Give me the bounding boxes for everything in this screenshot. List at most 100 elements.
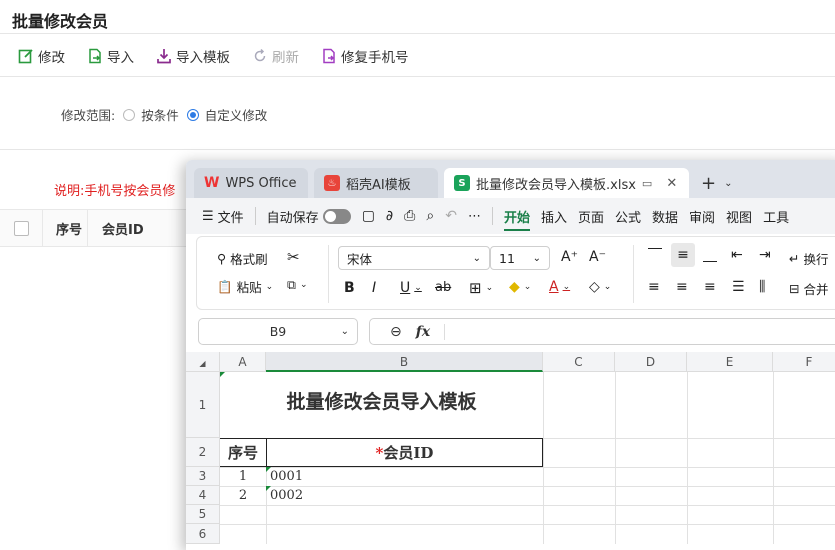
font-color-icon[interactable]: A ⌄ [549, 279, 570, 295]
strikethrough-icon[interactable]: ab [435, 280, 451, 295]
more-icon[interactable]: ⋯ [468, 209, 481, 224]
row-header-3[interactable]: 3 [186, 467, 220, 486]
row-header-4[interactable]: 4 [186, 486, 220, 505]
merge-label: 合并 [803, 282, 829, 297]
name-box[interactable]: B9 ⌄ [198, 318, 358, 345]
member-id-cell[interactable]: 0001 [270, 467, 540, 486]
column-header-b[interactable]: B [266, 352, 543, 372]
wrap-text-button[interactable]: ↵ 换行 [789, 249, 829, 268]
import-template-button[interactable]: 导入模板 [156, 46, 230, 66]
italic-icon[interactable]: I [372, 280, 376, 296]
refresh-button[interactable]: 刷新 [252, 46, 299, 66]
row-header-6[interactable]: 6 [186, 524, 220, 544]
format-painter-button[interactable]: ⚲ 格式刷 [217, 249, 268, 268]
autosave-toggle[interactable] [322, 208, 351, 224]
close-tab-icon[interactable]: ✕ [666, 176, 677, 191]
menu-insert[interactable]: 插入 [541, 207, 567, 226]
column-header-f[interactable]: F [773, 352, 835, 372]
indent-decrease-icon[interactable]: ⇤ [731, 247, 743, 263]
align-bottom-icon[interactable]: ⎽ [703, 247, 717, 263]
spreadsheet-grid[interactable]: ◢ A B C D E F 1 2 3 4 5 6 批量修改会员导入模板 序号 [186, 352, 835, 550]
fix-phone-button[interactable]: 修复手机号 [321, 46, 409, 66]
column-header-c[interactable]: C [543, 352, 615, 372]
fx-icon[interactable]: fx [416, 324, 430, 340]
column-header-e[interactable]: E [687, 352, 773, 372]
merge-button[interactable]: ⊟ 合并 [789, 279, 829, 298]
underline-icon[interactable]: U ⌄ [400, 280, 422, 296]
align-middle-icon[interactable]: ≡ [671, 243, 695, 267]
radio-by-condition[interactable] [123, 108, 136, 121]
formula-input[interactable]: ⊖ fx [369, 318, 835, 345]
select-all-corner[interactable]: ◢ [186, 352, 220, 372]
fill-color-icon[interactable]: ◆ ⌄ [509, 279, 531, 295]
chevron-down-icon[interactable]: ⌄ [724, 168, 732, 198]
tab-spreadsheet[interactable]: S 批量修改会员导入模板.xlsx ▭ ✕ [444, 168, 689, 198]
new-tab-icon[interactable]: + [701, 168, 716, 198]
paste-button[interactable]: 📋 粘贴 ⌄ [217, 277, 273, 296]
header-id-cell[interactable]: * 会员ID [266, 438, 543, 467]
undo-icon[interactable]: ↶ [445, 208, 457, 224]
copy-icon[interactable]: ⧉ ⌄ [287, 277, 307, 293]
font-select[interactable]: 宋体 ⌄ [338, 246, 490, 270]
column-header-no: 序号 [42, 210, 82, 246]
edit-button[interactable]: 修改 [18, 46, 65, 66]
name-box-value: B9 [269, 324, 287, 339]
edit-label: 修改 [38, 50, 65, 66]
tab-daoke-ai[interactable]: ♨ 稻壳AI模板 [314, 168, 438, 198]
gridline [220, 524, 835, 525]
row-no-cell[interactable]: 2 [220, 486, 266, 505]
range-label: 修改范围: [61, 108, 116, 123]
decrease-font-icon[interactable]: A⁻ [589, 249, 606, 265]
menu-home[interactable]: 开始 [503, 207, 530, 231]
menu-review[interactable]: 审阅 [689, 207, 715, 226]
file-label: 文件 [217, 210, 244, 226]
menu-formula[interactable]: 公式 [615, 207, 641, 226]
menu-view[interactable]: 视图 [726, 207, 752, 226]
column-header-d[interactable]: D [615, 352, 687, 372]
indent-increase-icon[interactable]: ⇥ [759, 247, 771, 263]
header-no-cell[interactable]: 序号 [220, 438, 266, 467]
divider [254, 207, 256, 225]
font-value: 宋体 [347, 251, 373, 267]
border-icon[interactable]: ⊞ ⌄ [469, 279, 493, 297]
divider [328, 245, 329, 303]
import-button[interactable]: 导入 [87, 46, 134, 66]
autosave[interactable]: 自动保存 [267, 207, 351, 226]
bold-icon[interactable]: B [344, 280, 355, 296]
eraser-icon[interactable]: ◇ ⌄ [589, 279, 611, 295]
align-top-icon[interactable]: ⎺ [648, 247, 662, 263]
size-select[interactable]: 11 ⌄ [490, 246, 550, 270]
print-preview-icon[interactable]: ⌕ [426, 208, 434, 224]
link-icon[interactable]: ∂ [386, 208, 393, 224]
row-header-5[interactable]: 5 [186, 505, 220, 524]
align-left-icon[interactable]: ≡ [648, 279, 660, 295]
print-icon[interactable]: ⎙ [404, 208, 415, 224]
column-header-a[interactable]: A [220, 352, 266, 372]
radio-custom[interactable] [186, 108, 199, 121]
justify-icon[interactable]: ☰ [732, 279, 745, 295]
member-id-cell[interactable]: 0002 [270, 486, 540, 505]
menu-tools[interactable]: 工具 [763, 207, 789, 226]
row-header-2[interactable]: 2 [186, 438, 220, 467]
format-painter-label: 格式刷 [230, 252, 268, 267]
tab-wps-office[interactable]: W WPS Office [194, 168, 308, 198]
save-icon[interactable]: ▢ [362, 208, 375, 224]
row-header-1[interactable]: 1 [186, 372, 220, 438]
tab-label: 批量修改会员导入模板.xlsx [476, 177, 636, 193]
sheet-title[interactable]: 批量修改会员导入模板 [220, 372, 543, 438]
file-menu[interactable]: ☰ 文件 [202, 207, 244, 226]
distributed-icon[interactable]: ⫼ [759, 279, 765, 295]
divider [633, 245, 634, 303]
align-center-icon[interactable]: ≡ [676, 279, 688, 295]
window-icon[interactable]: ▭ [642, 177, 652, 190]
select-all-checkbox[interactable] [14, 220, 29, 236]
menu-page[interactable]: 页面 [578, 207, 604, 226]
menu-data[interactable]: 数据 [652, 207, 678, 226]
tab-label: 稻壳AI模板 [346, 177, 411, 193]
zoom-icon[interactable]: ⊖ [390, 324, 402, 340]
cut-icon[interactable]: ✂ [287, 248, 300, 266]
increase-font-icon[interactable]: A⁺ [561, 249, 578, 265]
align-right-icon[interactable]: ≡ [704, 279, 716, 295]
wps-window: W WPS Office ♨ 稻壳AI模板 S 批量修改会员导入模板.xlsx … [186, 160, 835, 550]
row-no-cell[interactable]: 1 [220, 467, 266, 486]
